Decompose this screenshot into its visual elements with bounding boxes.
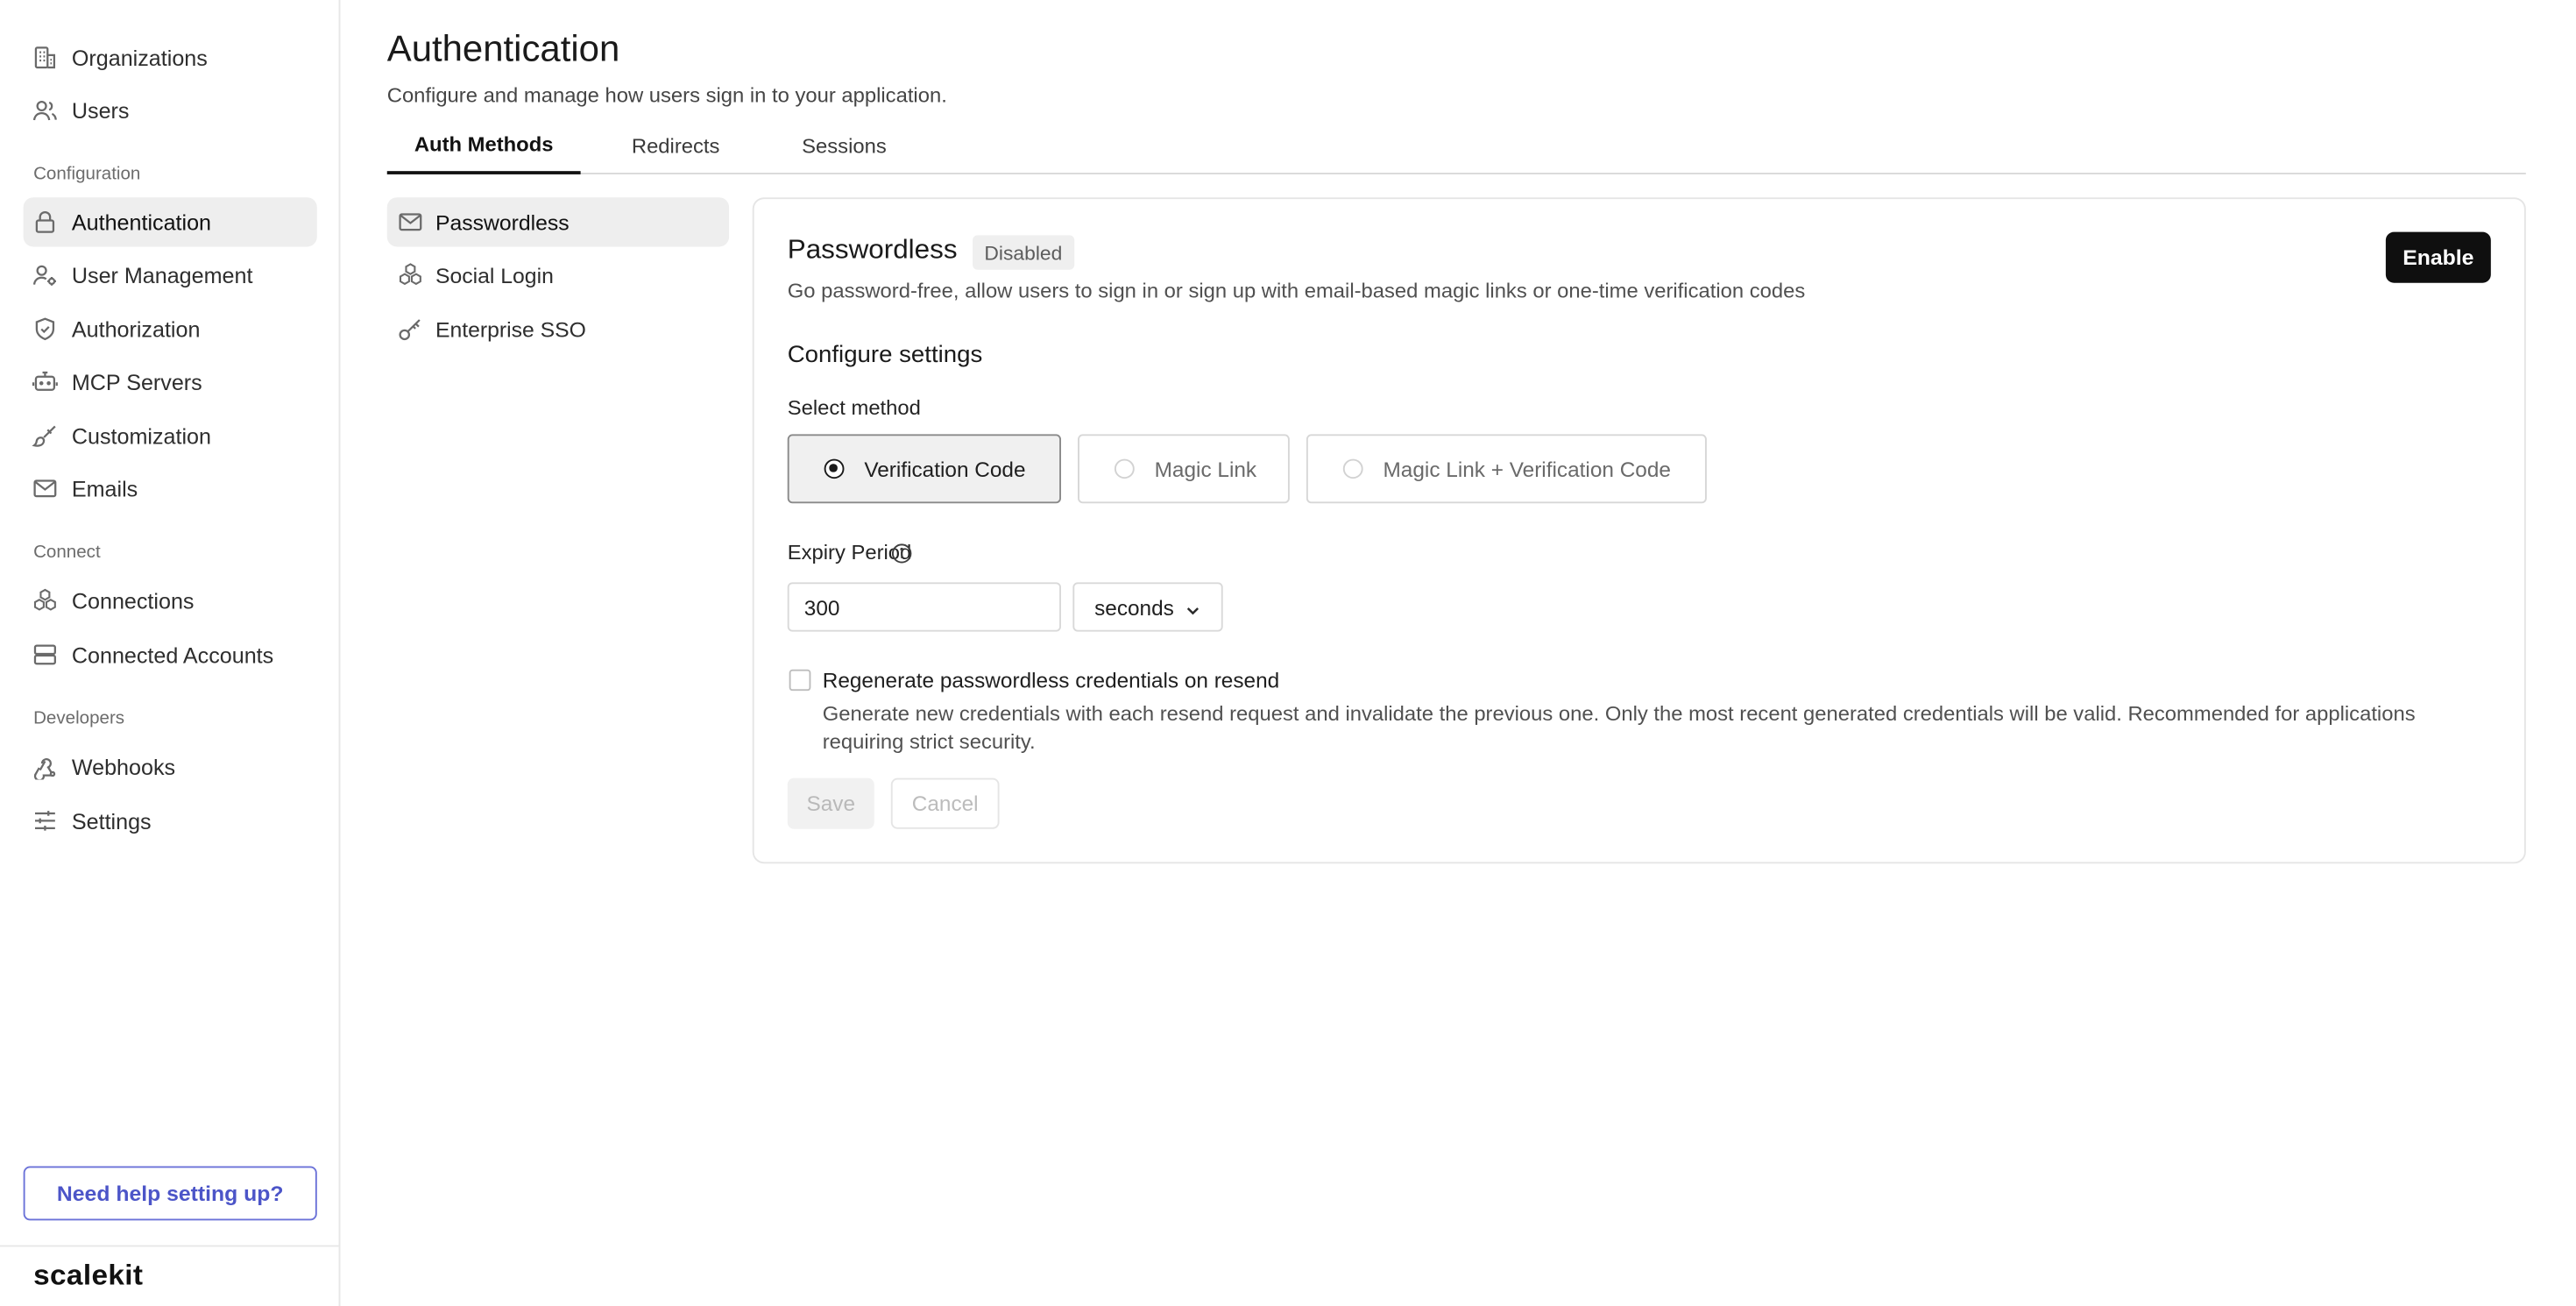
sidebar-item-users[interactable]: Users xyxy=(24,86,317,135)
auth-method-enterprise-sso[interactable]: Enterprise SSO xyxy=(387,304,729,353)
expiry-unit-select[interactable]: seconds xyxy=(1072,582,1223,632)
method-option-label: Magic Link + Verification Code xyxy=(1383,456,1671,481)
enable-button[interactable]: Enable xyxy=(2385,231,2491,283)
shield-check-icon xyxy=(32,316,58,342)
regenerate-help-text: Generate new credentials with each resen… xyxy=(822,702,2416,754)
page-title: Authentication xyxy=(386,27,620,69)
sidebar-item-user-management[interactable]: User Management xyxy=(24,250,317,299)
sidebar-item-settings[interactable]: Settings xyxy=(24,796,317,845)
sidebar-item-customization[interactable]: Customization xyxy=(24,411,317,460)
select-method-label: Select method xyxy=(787,396,921,420)
sidebar-item-label: Connections xyxy=(71,587,195,614)
status-badge: Disabled xyxy=(973,235,1074,270)
sidebar-item-connected-accounts[interactable]: Connected Accounts xyxy=(24,630,317,679)
cubes-icon xyxy=(397,261,423,287)
sidebar-item-label: Connected Accounts xyxy=(71,642,274,667)
sidebar-item-webhooks[interactable]: Webhooks xyxy=(24,742,317,791)
mail-icon xyxy=(32,475,58,501)
expiry-period-input[interactable] xyxy=(787,582,1062,632)
sidebar-item-label: MCP Servers xyxy=(71,369,202,394)
sidebar-item-emails[interactable]: Emails xyxy=(24,464,317,513)
radio-verification-code[interactable] xyxy=(824,458,845,479)
tab-sessions[interactable]: Sessions xyxy=(781,118,908,174)
cubes-icon xyxy=(32,587,58,614)
radio-magic-link[interactable] xyxy=(1114,458,1135,479)
sidebar-item-connections[interactable]: Connections xyxy=(24,576,317,625)
auth-method-label: Enterprise SSO xyxy=(435,316,586,342)
expiry-unit-value: seconds xyxy=(1094,594,1174,620)
method-option-label: Magic Link xyxy=(1154,456,1257,481)
passwordless-panel: Passwordless Disabled Enable Go password… xyxy=(752,197,2526,864)
sidebar-item-authorization[interactable]: Authorization xyxy=(24,304,317,353)
radio-magic-link-verification-code[interactable] xyxy=(1342,458,1363,479)
regenerate-checkbox[interactable] xyxy=(789,669,811,692)
sidebar-item-label: Organizations xyxy=(71,45,208,70)
sidebar-item-label: Customization xyxy=(71,423,211,449)
method-option-magic-link-verification-code[interactable]: Magic Link + Verification Code xyxy=(1306,434,1707,504)
page-subtitle: Configure and manage how users sign in t… xyxy=(386,83,947,107)
panel-description: Go password-free, allow users to sign in… xyxy=(787,280,1806,303)
method-option-label: Verification Code xyxy=(864,456,1026,481)
section-label-configuration: Configuration xyxy=(33,164,141,185)
sliders-icon xyxy=(32,807,58,834)
regenerate-checkbox-label[interactable]: Regenerate passwordless credentials on r… xyxy=(823,668,1279,692)
sidebar-item-label: Authorization xyxy=(71,316,201,342)
method-option-verification-code[interactable]: Verification Code xyxy=(787,434,1062,504)
key-icon xyxy=(397,316,423,342)
logo: scalekit xyxy=(33,1258,144,1292)
lock-icon xyxy=(32,209,58,235)
sidebar: Organizations Users Configuration Authen… xyxy=(0,0,341,1306)
save-button[interactable]: Save xyxy=(787,777,874,829)
auth-method-social-login[interactable]: Social Login xyxy=(387,250,729,299)
auth-method-label: Social Login xyxy=(435,262,554,287)
tab-auth-methods[interactable]: Auth Methods xyxy=(386,118,581,174)
user-cog-icon xyxy=(32,261,58,287)
sidebar-item-label: Authentication xyxy=(71,209,212,235)
configure-settings-heading: Configure settings xyxy=(787,342,983,369)
tab-bar: Auth Methods Redirects Sessions xyxy=(386,118,2526,174)
method-option-magic-link[interactable]: Magic Link xyxy=(1078,434,1290,504)
sidebar-item-label: User Management xyxy=(71,262,253,287)
tab-redirects[interactable]: Redirects xyxy=(607,118,744,174)
chevron-down-icon xyxy=(1184,599,1200,615)
sidebar-footer: scalekit xyxy=(0,1245,341,1306)
building-icon xyxy=(32,45,58,71)
app-window: Organizations Users Configuration Authen… xyxy=(0,0,2576,1306)
sidebar-item-label: Settings xyxy=(71,808,152,834)
info-icon[interactable] xyxy=(891,543,913,564)
webhook-icon xyxy=(32,753,58,780)
auth-method-label: Passwordless xyxy=(435,209,570,235)
help-button[interactable]: Need help setting up? xyxy=(23,1166,317,1221)
robot-icon xyxy=(32,368,58,394)
app-stage: Organizations Users Configuration Authen… xyxy=(0,0,2576,1306)
server-icon xyxy=(32,642,58,668)
mail-icon xyxy=(397,209,423,235)
sidebar-item-label: Users xyxy=(71,97,130,123)
panel-title: Passwordless xyxy=(787,235,958,266)
cancel-button[interactable]: Cancel xyxy=(890,777,1000,829)
sidebar-item-label: Emails xyxy=(71,476,138,501)
sidebar-item-label: Webhooks xyxy=(71,754,176,779)
sidebar-item-organizations[interactable]: Organizations xyxy=(24,33,317,82)
section-label-developers: Developers xyxy=(33,708,125,729)
auth-method-passwordless[interactable]: Passwordless xyxy=(386,197,730,247)
sidebar-item-authentication[interactable]: Authentication xyxy=(23,197,317,247)
paintbrush-icon xyxy=(32,422,58,449)
section-label-connect: Connect xyxy=(33,543,101,563)
users-icon xyxy=(32,97,58,124)
sidebar-item-mcp-servers[interactable]: MCP Servers xyxy=(24,357,317,406)
